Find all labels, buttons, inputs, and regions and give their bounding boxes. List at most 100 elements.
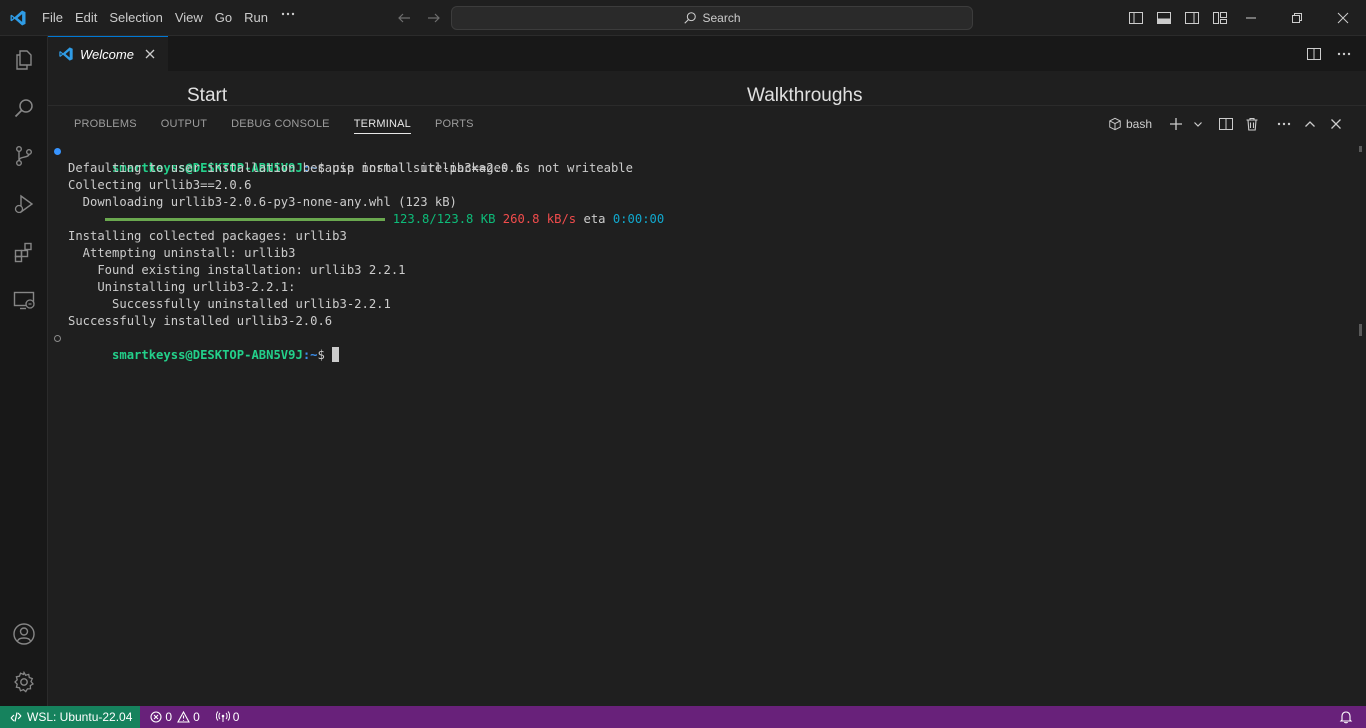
command-center-search[interactable]: Search xyxy=(451,6,973,30)
tab-welcome[interactable]: Welcome xyxy=(48,36,168,71)
menu-run[interactable]: Run xyxy=(238,6,274,30)
tab-ports[interactable]: PORTS xyxy=(423,106,486,142)
tab-debug-console-label: DEBUG CONSOLE xyxy=(231,118,330,130)
tab-terminal[interactable]: TERMINAL xyxy=(342,106,423,142)
warning-icon xyxy=(177,711,191,723)
ports-count: 0 xyxy=(232,710,240,724)
restore-icon[interactable] xyxy=(1274,0,1320,36)
terminal-line: Installing collected packages: urllib3 xyxy=(68,229,347,243)
go-forward-icon[interactable] xyxy=(424,8,444,28)
terminal-line: Uninstalling urllib3-2.2.1: xyxy=(68,280,296,294)
tab-ports-label: PORTS xyxy=(434,118,474,130)
warning-count: 0 xyxy=(193,710,200,724)
tab-label: Welcome xyxy=(80,46,134,62)
accounts-icon[interactable] xyxy=(0,610,48,658)
terminal-shell-selector[interactable]: bash xyxy=(1108,114,1152,134)
prompt-path: :~ xyxy=(302,348,318,362)
remote-label: WSL: Ubuntu-22.04 xyxy=(27,710,133,724)
layout-controls xyxy=(1126,8,1230,28)
split-terminal-icon[interactable] xyxy=(1216,114,1236,134)
error-count: 0 xyxy=(165,710,173,724)
close-panel-icon[interactable] xyxy=(1326,114,1346,134)
status-bar: WSL: Ubuntu-22.04 0 0 0 xyxy=(0,706,1366,728)
more-actions-icon[interactable] xyxy=(1334,44,1354,64)
terminal-output[interactable]: smartkeyss@DESKTOP-ABN5V9J:~$ pip instal… xyxy=(54,143,1348,362)
menu-view[interactable]: View xyxy=(169,6,209,30)
tab-output[interactable]: OUTPUT xyxy=(149,106,219,142)
search-icon xyxy=(683,11,697,25)
welcome-start-heading: Start xyxy=(187,85,228,105)
terminal-line: Found existing installation: urllib3 2.2… xyxy=(68,263,406,277)
minimize-icon[interactable] xyxy=(1228,0,1274,36)
overview-ruler-mark xyxy=(1359,146,1362,152)
panel-more-actions-icon[interactable] xyxy=(1274,114,1294,134)
prompt-symbol: $ xyxy=(317,348,333,362)
terminal-command-line: smartkeyss@DESKTOP-ABN5V9J:~$ pip instal… xyxy=(54,143,1348,175)
remote-explorer-icon[interactable] xyxy=(0,276,48,324)
editor-tabs-bar: Welcome xyxy=(48,36,1366,71)
prompt-user: smartkeyss@DESKTOP-ABN5V9J xyxy=(112,348,303,362)
problems-status[interactable]: 0 0 xyxy=(140,706,205,728)
terminal-shell-label: bash xyxy=(1125,117,1152,131)
terminal-line: Collecting urllib3==2.0.6 xyxy=(68,178,252,192)
terminal-cube-icon xyxy=(1108,117,1122,131)
go-back-icon[interactable] xyxy=(394,8,414,28)
panel-tabs: PROBLEMS OUTPUT DEBUG CONSOLE TERMINAL P… xyxy=(62,106,486,142)
tab-problems[interactable]: PROBLEMS xyxy=(62,106,149,142)
progress-speed: 260.8 kB/s xyxy=(502,212,577,226)
extensions-icon[interactable] xyxy=(0,228,48,276)
tab-terminal-label: TERMINAL xyxy=(353,114,411,134)
explorer-icon[interactable] xyxy=(0,36,48,84)
search-icon[interactable] xyxy=(0,84,48,132)
remote-indicator[interactable]: WSL: Ubuntu-22.04 xyxy=(0,706,141,728)
menu-go[interactable]: Go xyxy=(209,6,238,30)
split-editor-icon[interactable] xyxy=(1304,44,1324,64)
editor-actions xyxy=(1304,44,1354,64)
kill-terminal-trash-icon[interactable] xyxy=(1242,114,1262,134)
window-controls xyxy=(1228,0,1366,36)
remote-icon xyxy=(10,711,22,723)
error-icon xyxy=(150,711,162,723)
toggle-primary-sidebar-icon[interactable] xyxy=(1126,8,1146,28)
search-label: Search xyxy=(702,11,741,25)
source-control-icon[interactable] xyxy=(0,132,48,180)
terminal-dropdown-chevron-icon[interactable] xyxy=(1192,114,1204,134)
terminal-scrollbar[interactable] xyxy=(1359,324,1362,336)
run-debug-icon[interactable] xyxy=(0,180,48,228)
toggle-secondary-sidebar-icon[interactable] xyxy=(1182,8,1202,28)
progress-eta: 0:00:00 xyxy=(612,212,665,226)
title-bar: File Edit Selection View Go Run Search xyxy=(0,0,1366,36)
maximize-panel-chevron-up-icon[interactable] xyxy=(1300,114,1320,134)
panel-actions: bash xyxy=(1108,114,1346,134)
new-terminal-icon[interactable] xyxy=(1166,114,1186,134)
close-tab-icon[interactable] xyxy=(142,46,158,62)
command-success-decoration-icon[interactable] xyxy=(54,148,61,155)
download-progress-bar xyxy=(104,218,385,221)
tab-debug-console[interactable]: DEBUG CONSOLE xyxy=(219,106,342,142)
tab-problems-label: PROBLEMS xyxy=(74,118,137,130)
terminal-line: Successfully uninstalled urllib3-2.2.1 xyxy=(68,297,391,311)
ports-status[interactable]: 0 xyxy=(206,706,246,728)
notifications-bell-icon[interactable] xyxy=(1338,709,1354,725)
ports-antenna-icon xyxy=(215,711,230,723)
toggle-panel-icon[interactable] xyxy=(1154,8,1174,28)
tab-output-label: OUTPUT xyxy=(160,118,208,130)
command-pending-decoration-icon[interactable] xyxy=(54,335,61,342)
welcome-editor: Start Walkthroughs xyxy=(48,71,1366,105)
terminal-cursor xyxy=(332,347,340,362)
terminal-line: Successfully installed urllib3-2.0.6 xyxy=(68,314,333,328)
progress-eta-label: eta xyxy=(583,212,606,226)
terminal-prompt-line: smartkeyss@DESKTOP-ABN5V9J:~$ xyxy=(54,330,1348,362)
terminal-line: Attempting uninstall: urllib3 xyxy=(68,246,296,260)
menu-selection[interactable]: Selection xyxy=(103,6,168,30)
menu-bar: File Edit Selection View Go Run xyxy=(36,0,302,36)
customize-layout-icon[interactable] xyxy=(1210,8,1230,28)
close-window-icon[interactable] xyxy=(1320,0,1366,36)
progress-size: 123.8/123.8 KB xyxy=(392,212,496,226)
activity-bar xyxy=(0,36,48,706)
menu-file[interactable]: File xyxy=(36,6,69,30)
manage-gear-icon[interactable] xyxy=(0,658,48,706)
menu-edit[interactable]: Edit xyxy=(69,6,103,30)
menu-more-icon[interactable] xyxy=(274,6,302,30)
welcome-walkthroughs-heading: Walkthroughs xyxy=(747,85,863,105)
